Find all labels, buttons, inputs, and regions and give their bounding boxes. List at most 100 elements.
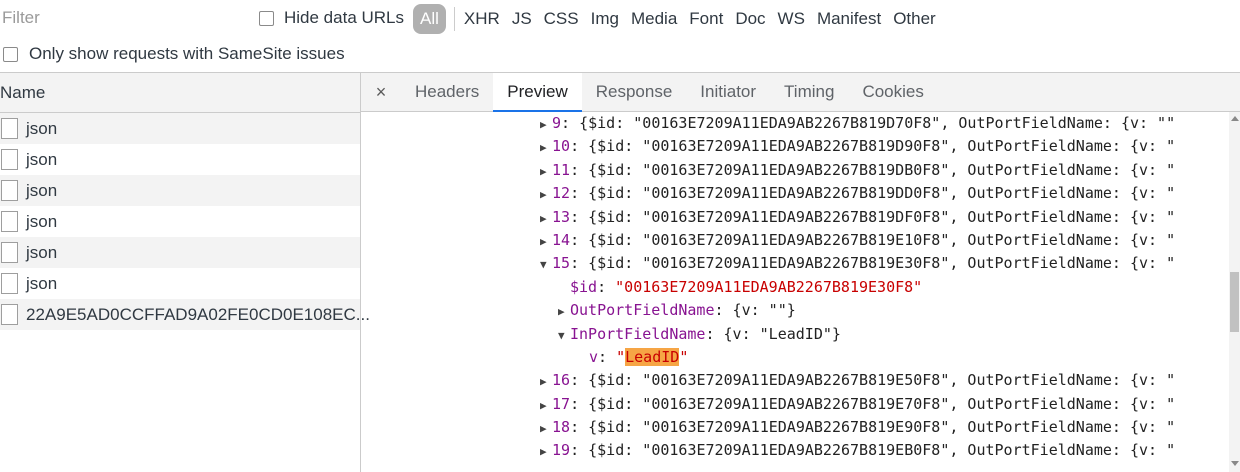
tab-timing[interactable]: Timing: [770, 73, 848, 111]
preview-tree-node[interactable]: ▼ InPortFieldName: {v: "LeadID"}: [361, 323, 1229, 346]
preview-tree-node[interactable]: ▶ 9: {$id: "00163E7209A11EDA9AB2267B819D7…: [361, 112, 1229, 135]
close-icon[interactable]: ×: [361, 73, 401, 111]
preview-tree-node[interactable]: ▶ 18: {$id: "00163E7209A11EDA9AB2267B819E…: [361, 416, 1229, 439]
triangle-right-icon[interactable]: ▶: [540, 394, 552, 417]
preview-tree-node[interactable]: ▶ 13: {$id: "00163E7209A11EDA9AB2267B819D…: [361, 206, 1229, 229]
preview-key: v: [589, 347, 599, 366]
preview-colon: :: [570, 418, 580, 437]
preview-value: {$id: "00163E7209A11EDA9AB2267B819DD0F8"…: [579, 184, 1176, 203]
preview-tree-node[interactable]: ▶ 14: {$id: "00163E7209A11EDA9AB2267B819E…: [361, 229, 1229, 252]
preview-colon: :: [597, 277, 607, 296]
type-filter-media[interactable]: Media: [631, 4, 677, 34]
search-match-highlight: LeadID: [625, 347, 680, 366]
preview-value: [606, 278, 615, 296]
triangle-right-icon[interactable]: ▶: [540, 370, 552, 393]
preview-colon: :: [570, 441, 580, 460]
triangle-down-icon[interactable]: ▼: [540, 253, 552, 276]
preview-value: {$id: "00163E7209A11EDA9AB2267B819D90F8"…: [579, 137, 1176, 156]
triangle-right-icon[interactable]: ▶: [540, 207, 552, 230]
triangle-right-icon[interactable]: ▶: [558, 300, 570, 323]
preview-tree-node[interactable]: ▶ 10: {$id: "00163E7209A11EDA9AB2267B819D…: [361, 135, 1229, 158]
preview-value: {$id: "00163E7209A11EDA9AB2267B819E70F8"…: [579, 394, 1176, 413]
type-filter-xhr[interactable]: XHR: [464, 4, 500, 34]
preview-value: [607, 348, 616, 366]
preview-tree-node[interactable]: ▶ 12: {$id: "00163E7209A11EDA9AB2267B819D…: [361, 182, 1229, 205]
detail-tabs: × Headers Preview Response Initiator Tim…: [361, 73, 1240, 112]
hide-data-urls-label: Hide data URLs: [284, 8, 405, 27]
preview-tree-node[interactable]: ▼ 15: {$id: "00163E7209A11EDA9AB2267B819E…: [361, 252, 1229, 275]
tab-initiator[interactable]: Initiator: [686, 73, 770, 111]
scroll-thumb[interactable]: [1230, 272, 1239, 332]
preview-value: {$id: "00163E7209A11EDA9AB2267B819E90F8"…: [579, 418, 1176, 437]
preview-tree-node[interactable]: ▶ 11: {$id: "00163E7209A11EDA9AB2267B819D…: [361, 159, 1229, 182]
type-filter-ws[interactable]: WS: [778, 4, 805, 34]
resource-type-filters: All XHR JS CSS Img Media Font Doc WS Man…: [413, 4, 948, 34]
preview-tree-node[interactable]: ▶ 16: {$id: "00163E7209A11EDA9AB2267B819E…: [361, 369, 1229, 392]
request-row[interactable]: json: [0, 113, 360, 144]
preview-tree-node: $id: "00163E7209A11EDA9AB2267B819E30F8": [361, 276, 1229, 299]
type-filter-img[interactable]: Img: [591, 4, 619, 34]
triangle-right-icon[interactable]: ▶: [540, 417, 552, 440]
scroll-up-arrow-icon[interactable]: [1231, 116, 1239, 121]
preview-colon: :: [714, 301, 724, 320]
preview-colon: :: [570, 160, 580, 179]
type-filter-js[interactable]: JS: [512, 4, 532, 34]
type-filter-divider: [453, 7, 455, 31]
hide-data-urls-checkbox[interactable]: [259, 10, 274, 26]
preview-key: 16: [552, 371, 571, 390]
preview-key: 19: [552, 441, 571, 460]
preview-colon: :: [705, 324, 715, 343]
file-icon: [1, 304, 18, 325]
type-filter-doc[interactable]: Doc: [735, 4, 765, 34]
request-row[interactable]: json: [0, 237, 360, 268]
type-filter-manifest[interactable]: Manifest: [817, 4, 881, 34]
tab-cookies[interactable]: Cookies: [848, 73, 937, 111]
hide-data-urls-toggle[interactable]: Hide data URLs: [259, 8, 404, 28]
preview-string-value: "00163E7209A11EDA9AB2267B819E30F8": [615, 277, 923, 296]
preview-tree-node[interactable]: ▶ 19: {$id: "00163E7209A11EDA9AB2267B819E…: [361, 439, 1229, 462]
preview-colon: :: [598, 347, 608, 366]
preview-value: {$id: "00163E7209A11EDA9AB2267B819EB0F8"…: [579, 441, 1176, 460]
triangle-right-icon[interactable]: ▶: [540, 136, 552, 159]
triangle-right-icon[interactable]: ▶: [540, 440, 552, 463]
request-name: json: [26, 149, 58, 169]
preview-tree-node[interactable]: ▶ 17: {$id: "00163E7209A11EDA9AB2267B819E…: [361, 393, 1229, 416]
type-filter-font[interactable]: Font: [689, 4, 723, 34]
preview-key: InPortFieldName: [570, 324, 706, 343]
request-row[interactable]: json: [0, 206, 360, 237]
triangle-right-icon[interactable]: ▶: [540, 160, 552, 183]
preview-key: 14: [552, 230, 571, 249]
request-name: json: [26, 118, 58, 138]
preview-tree-node: v: "LeadID": [361, 346, 1229, 369]
request-row[interactable]: json: [0, 175, 360, 206]
tab-preview[interactable]: Preview: [493, 73, 583, 112]
samesite-checkbox[interactable]: [3, 46, 18, 62]
tab-response[interactable]: Response: [582, 73, 687, 111]
scroll-down-arrow-icon[interactable]: [1231, 461, 1239, 466]
triangle-right-icon[interactable]: ▶: [540, 183, 552, 206]
triangle-right-icon[interactable]: ▶: [540, 230, 552, 253]
preview-key: 9: [552, 114, 562, 132]
request-row[interactable]: 22A9E5AD0CCFFAD9A02FE0CD0E108EC...: [0, 299, 370, 330]
file-icon: [1, 149, 18, 170]
triangle-right-icon[interactable]: ▶: [540, 113, 552, 136]
samesite-label: Only show requests with SameSite issues: [29, 44, 345, 63]
preview-key: 18: [552, 418, 571, 437]
filter-input[interactable]: [0, 4, 240, 32]
request-name: json: [26, 211, 58, 231]
name-column-header[interactable]: Name: [0, 73, 360, 113]
preview-string-quote: ": [616, 347, 626, 366]
preview-scrollbar[interactable]: [1229, 112, 1240, 472]
request-row[interactable]: json: [0, 144, 360, 175]
preview-value: {$id: "00163E7209A11EDA9AB2267B819DF0F8"…: [579, 207, 1176, 226]
samesite-toggle[interactable]: Only show requests with SameSite issues: [3, 44, 345, 64]
tab-headers[interactable]: Headers: [401, 73, 493, 111]
preview-colon: :: [570, 394, 580, 413]
request-row[interactable]: json: [0, 268, 360, 299]
preview-tree-node[interactable]: ▶ OutPortFieldName: {v: ""}: [361, 299, 1229, 322]
triangle-down-icon[interactable]: ▼: [558, 324, 570, 347]
preview-string-quote: ": [679, 347, 689, 366]
type-filter-other[interactable]: Other: [893, 4, 936, 34]
type-filter-css[interactable]: CSS: [544, 4, 579, 34]
type-filter-all[interactable]: All: [413, 4, 446, 34]
